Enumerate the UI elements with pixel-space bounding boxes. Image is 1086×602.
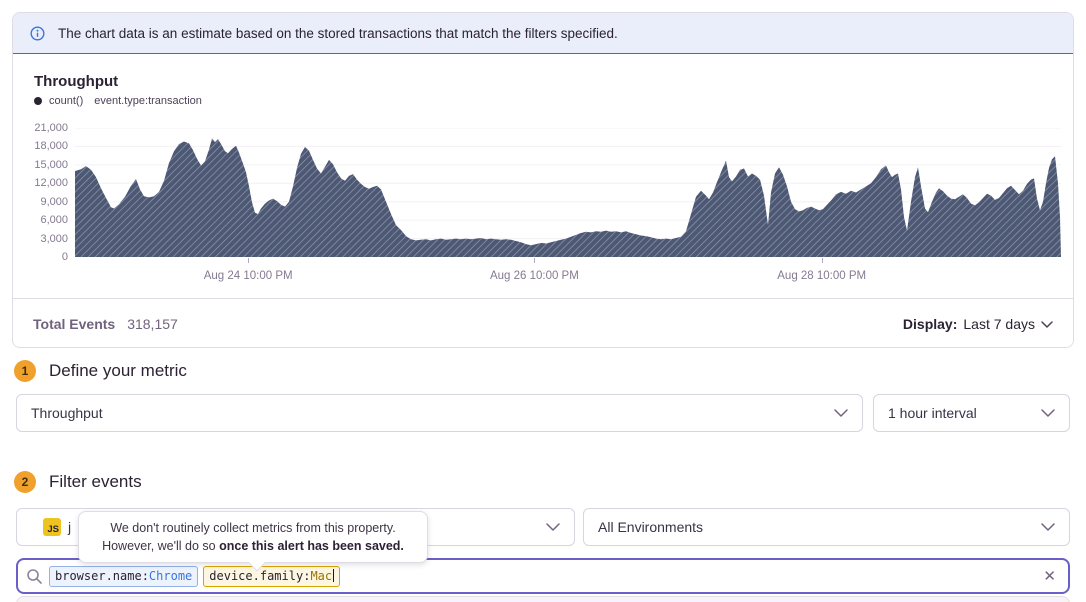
info-icon — [30, 26, 45, 41]
token-value: Chrome — [149, 569, 192, 583]
x-axis-labels: Aug 24 10:00 PM Aug 26 10:00 PM Aug 28 10:… — [75, 257, 1061, 293]
filter-token-browser-name[interactable]: browser.name:Chrome — [49, 566, 198, 587]
x-axis-label: Aug 28 10:00 PM — [777, 270, 866, 282]
step-filter-events: 2 Filter events — [14, 471, 142, 493]
project-select-value: j — [68, 519, 71, 535]
chart-legend: count() event.type:transaction — [34, 95, 202, 107]
total-events-label: Total Events — [33, 316, 115, 332]
interval-select-value: 1 hour interval — [888, 405, 977, 421]
y-axis-label: 9,000 — [13, 195, 68, 209]
next-panel-edge — [16, 596, 1070, 602]
y-axis-labels: 21,00018,00015,00012,0009,0006,0003,0000 — [13, 128, 68, 257]
x-axis-tick — [534, 258, 535, 263]
legend-filter: event.type:transaction — [94, 95, 202, 107]
y-axis-label: 12,000 — [13, 176, 68, 190]
filter-token-device-family[interactable]: device.family:Mac — [203, 566, 340, 587]
series-dot-icon — [34, 97, 42, 105]
display-value: Last 7 days — [963, 316, 1035, 332]
token-key: browser.name: — [55, 569, 149, 583]
legend-aggregate: count() — [49, 95, 83, 107]
chevron-down-icon — [1041, 321, 1053, 328]
info-banner: The chart data is an estimate based on t… — [13, 13, 1073, 54]
alert-builder-page: The chart data is an estimate based on t… — [0, 0, 1086, 602]
javascript-platform-icon: JS — [43, 518, 61, 536]
y-axis-label: 0 — [13, 250, 68, 264]
token-value: Mac — [310, 569, 332, 583]
total-events: Total Events 318,157 — [33, 316, 178, 332]
chart-title: Throughput — [34, 73, 118, 90]
chevron-down-icon — [834, 409, 848, 417]
chevron-down-icon — [1041, 523, 1055, 531]
chevron-down-icon — [546, 523, 560, 531]
y-axis-label: 21,000 — [13, 121, 68, 135]
y-axis-label: 6,000 — [13, 213, 68, 227]
x-axis-label: Aug 24 10:00 PM — [204, 270, 293, 282]
step-1-title: Define your metric — [49, 361, 187, 381]
chart-footer: Total Events 318,157 Display: Last 7 day… — [13, 298, 1073, 348]
display-period-dropdown[interactable]: Display: Last 7 days — [903, 316, 1053, 332]
step-1-badge: 1 — [14, 360, 36, 382]
chart-card: The chart data is an estimate based on t… — [12, 12, 1074, 348]
x-axis-tick — [248, 258, 249, 263]
x-axis-label: Aug 26 10:00 PM — [490, 270, 579, 282]
metric-select[interactable]: Throughput — [16, 394, 863, 432]
token-key: device.family: — [209, 569, 310, 583]
step-2-badge: 2 — [14, 471, 36, 493]
environment-select[interactable]: All Environments — [583, 508, 1070, 546]
event-filter-search-input[interactable]: browser.name:Chrome device.family:Mac ✕ — [16, 558, 1070, 594]
banner-text: The chart data is an estimate based on t… — [58, 26, 618, 41]
x-axis-tick — [822, 258, 823, 263]
clear-search-icon[interactable]: ✕ — [1043, 569, 1056, 584]
display-label: Display: — [903, 316, 957, 332]
step-2-title: Filter events — [49, 472, 142, 492]
tooltip-line-2: However, we'll do so once this alert has… — [93, 537, 413, 555]
search-token-list: browser.name:Chrome device.family:Mac — [49, 566, 1037, 587]
metric-select-value: Throughput — [31, 405, 103, 421]
metrics-collection-tooltip: We don't routinely collect metrics from … — [78, 511, 428, 563]
y-axis-label: 3,000 — [13, 232, 68, 246]
text-cursor — [333, 569, 334, 582]
search-icon — [26, 568, 43, 585]
tooltip-line-1: We don't routinely collect metrics from … — [93, 519, 413, 537]
chevron-down-icon — [1041, 409, 1055, 417]
step-define-metric: 1 Define your metric — [14, 360, 187, 382]
throughput-area-chart[interactable] — [75, 128, 1061, 257]
y-axis-label: 18,000 — [13, 139, 68, 153]
y-axis-label: 15,000 — [13, 158, 68, 172]
interval-select[interactable]: 1 hour interval — [873, 394, 1070, 432]
environment-select-value: All Environments — [598, 519, 703, 535]
total-events-value: 318,157 — [127, 316, 178, 332]
